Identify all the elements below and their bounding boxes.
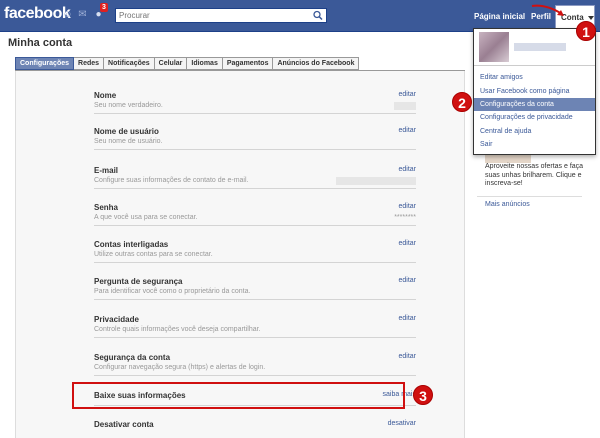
setting-description: Para identificar você como o proprietári… (94, 288, 251, 295)
highlight-box-download (72, 382, 405, 409)
setting-title: Desativar conta (94, 420, 154, 429)
edit-privacy-link[interactable]: editar (398, 315, 416, 322)
setting-description: Configure suas informações de contato de… (94, 177, 249, 184)
setting-title: Privacidade (94, 315, 139, 324)
setting-row-privacy: Privacidade Controle quais informações v… (94, 315, 416, 345)
edit-security-question-link[interactable]: editar (398, 277, 416, 284)
ad-image[interactable] (485, 155, 531, 163)
setting-description: Seu nome de usuário. (94, 138, 163, 145)
setting-row-deactivate: Desativar conta desativar (94, 420, 416, 438)
nav-home-link[interactable]: Página inicial (474, 12, 525, 21)
tab-settings[interactable]: Configurações (15, 57, 75, 70)
redacted-value (394, 102, 416, 110)
menu-divider (474, 65, 595, 66)
tab-networks[interactable]: Redes (74, 57, 105, 70)
setting-row-account-security: Segurança da conta Configurar navegação … (94, 353, 416, 383)
edit-password-link[interactable]: editar (398, 203, 416, 210)
chevron-down-icon (588, 16, 594, 20)
facebook-logo[interactable]: facebook (4, 5, 71, 23)
setting-row-email: E-mail Configure suas informações de con… (94, 166, 416, 196)
row-divider (94, 262, 416, 263)
step-3-marker: 3 (413, 385, 433, 405)
setting-row-password: Senha A que você usa para se conectar. e… (94, 203, 416, 233)
red-arrow-icon (531, 4, 564, 16)
menu-item-logout[interactable]: Sair (474, 138, 595, 151)
edit-account-security-link[interactable]: editar (398, 353, 416, 360)
setting-description: Configurar navegação segura (https) e al… (94, 364, 266, 371)
setting-row-security-question: Pergunta de segurança Para identificar v… (94, 277, 416, 307)
setting-description: Utilize outras contas para se conectar. (94, 251, 213, 258)
setting-row-name: Nome Seu nome verdadeiro. editar (94, 91, 416, 121)
step-1-marker: 1 (576, 21, 596, 41)
password-mask: ******** (394, 214, 416, 221)
setting-title: Contas interligadas (94, 240, 169, 249)
page-title: Minha conta (8, 37, 73, 49)
tab-mobile[interactable]: Celular (154, 57, 188, 70)
setting-row-linked-accounts: Contas interligadas Utilize outras conta… (94, 240, 416, 270)
row-divider (94, 299, 416, 300)
setting-row-username: Nome de usuário Seu nome de usuário. edi… (94, 127, 416, 157)
setting-title: Nome (94, 91, 117, 100)
edit-name-link[interactable]: editar (398, 91, 416, 98)
setting-description: Seu nome verdadeiro. (94, 102, 163, 109)
step-2-marker: 2 (452, 92, 472, 112)
setting-description: Controle quais informações você deseja c… (94, 326, 261, 333)
ad-divider (477, 196, 582, 197)
more-ads-link[interactable]: Mais anúncios (485, 201, 530, 208)
account-dropdown-menu: Editar amigos Usar Facebook como página … (473, 28, 596, 155)
row-divider (94, 149, 416, 150)
menu-item-account-settings[interactable]: Configurações da conta (474, 98, 595, 111)
edit-email-link[interactable]: editar (398, 166, 416, 173)
tab-notifications[interactable]: Notificações (104, 57, 155, 70)
row-divider (94, 225, 416, 226)
menu-item-help-center[interactable]: Central de ajuda (474, 125, 595, 138)
edit-username-link[interactable]: editar (398, 127, 416, 134)
search-box[interactable] (115, 8, 327, 23)
setting-title: Nome de usuário (94, 127, 159, 136)
avatar[interactable] (479, 32, 509, 62)
row-divider (94, 375, 416, 376)
setting-title: Pergunta de segurança (94, 277, 183, 286)
search-input[interactable] (119, 10, 299, 21)
edit-linked-accounts-link[interactable]: editar (398, 240, 416, 247)
setting-title: Senha (94, 203, 119, 212)
menu-item-edit-friends[interactable]: Editar amigos (474, 71, 595, 84)
setting-description: A que você usa para se conectar. (94, 214, 198, 221)
row-divider (94, 337, 416, 338)
tab-facebook-ads[interactable]: Anúncios do Facebook (273, 57, 360, 70)
notification-count-badge: 3 (100, 3, 108, 12)
ad-text[interactable]: Aproveite nossas ofertas e faça suas unh… (485, 163, 595, 189)
tab-payments[interactable]: Pagamentos (222, 57, 274, 70)
search-icon[interactable] (312, 10, 324, 21)
row-divider (94, 113, 416, 114)
friend-requests-icon[interactable]: ☺ (62, 9, 73, 20)
tab-languages[interactable]: Idiomas (187, 57, 223, 70)
redacted-user-name[interactable] (514, 43, 566, 51)
setting-title: E-mail (94, 166, 119, 175)
row-divider (94, 188, 416, 189)
menu-item-use-as-page[interactable]: Usar Facebook como página (474, 85, 595, 98)
settings-tabs: Configurações Redes Notificações Celular… (15, 57, 360, 71)
deactivate-link[interactable]: desativar (388, 420, 416, 427)
messages-icon[interactable]: ✉ (77, 9, 88, 20)
redacted-value (336, 177, 416, 185)
setting-title: Segurança da conta (94, 353, 171, 362)
menu-item-privacy-settings[interactable]: Configurações de privacidade (474, 111, 595, 124)
